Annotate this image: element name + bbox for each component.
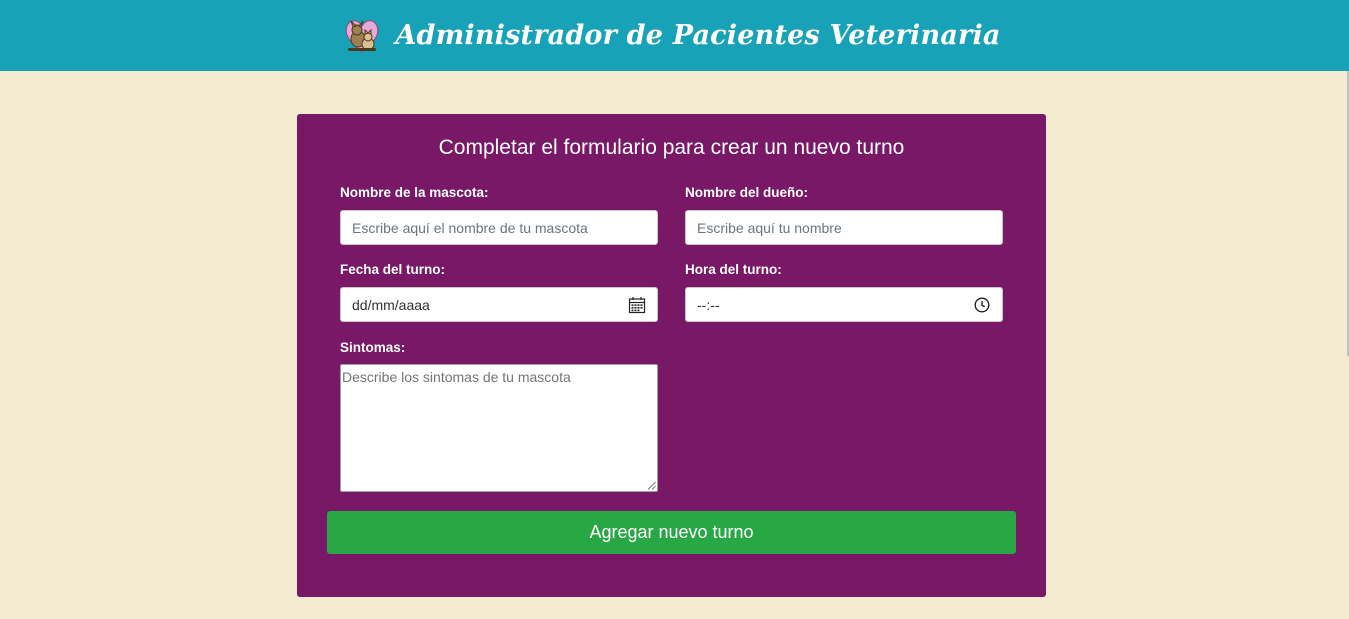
pet-name-placeholder: Escribe aquí el nombre de tu mascota	[352, 219, 588, 236]
symptoms-placeholder: Describe los sintomas de tu mascota	[342, 369, 571, 385]
clock-icon[interactable]	[973, 296, 991, 314]
time-input[interactable]: --:--	[685, 287, 1003, 322]
app-title: Administrador de Pacientes Veterinaria	[395, 20, 1001, 51]
date-label: Fecha del turno:	[340, 262, 446, 277]
header-brand: Administrador de Pacientes Veterinaria	[343, 17, 1000, 55]
add-appointment-button[interactable]: Agregar nuevo turno	[327, 511, 1016, 554]
date-input[interactable]: dd/mm/aaaa	[340, 287, 658, 322]
symptoms-textarea[interactable]: Describe los sintomas de tu mascota	[340, 364, 658, 492]
pets-heart-icon	[346, 19, 379, 53]
app-header: Administrador de Pacientes Veterinaria	[0, 0, 1349, 71]
time-placeholder: --:--	[697, 296, 720, 313]
pet-name-input[interactable]: Escribe aquí el nombre de tu mascota	[340, 210, 658, 245]
symptoms-label: Sintomas:	[340, 340, 406, 355]
calendar-icon[interactable]	[628, 296, 646, 314]
owner-name-input[interactable]: Escribe aquí tu nombre	[685, 210, 1003, 245]
resize-handle-icon[interactable]	[647, 481, 656, 490]
date-placeholder: dd/mm/aaaa	[352, 296, 430, 313]
appointment-form: Completar el formulario para crear un nu…	[297, 114, 1046, 597]
owner-name-placeholder: Escribe aquí tu nombre	[697, 219, 842, 236]
form-title: Completar el formulario para crear un nu…	[438, 136, 905, 159]
pet-name-label: Nombre de la mascota:	[340, 185, 489, 200]
time-label: Hora del turno:	[685, 262, 782, 277]
owner-name-label: Nombre del dueño:	[685, 185, 809, 200]
